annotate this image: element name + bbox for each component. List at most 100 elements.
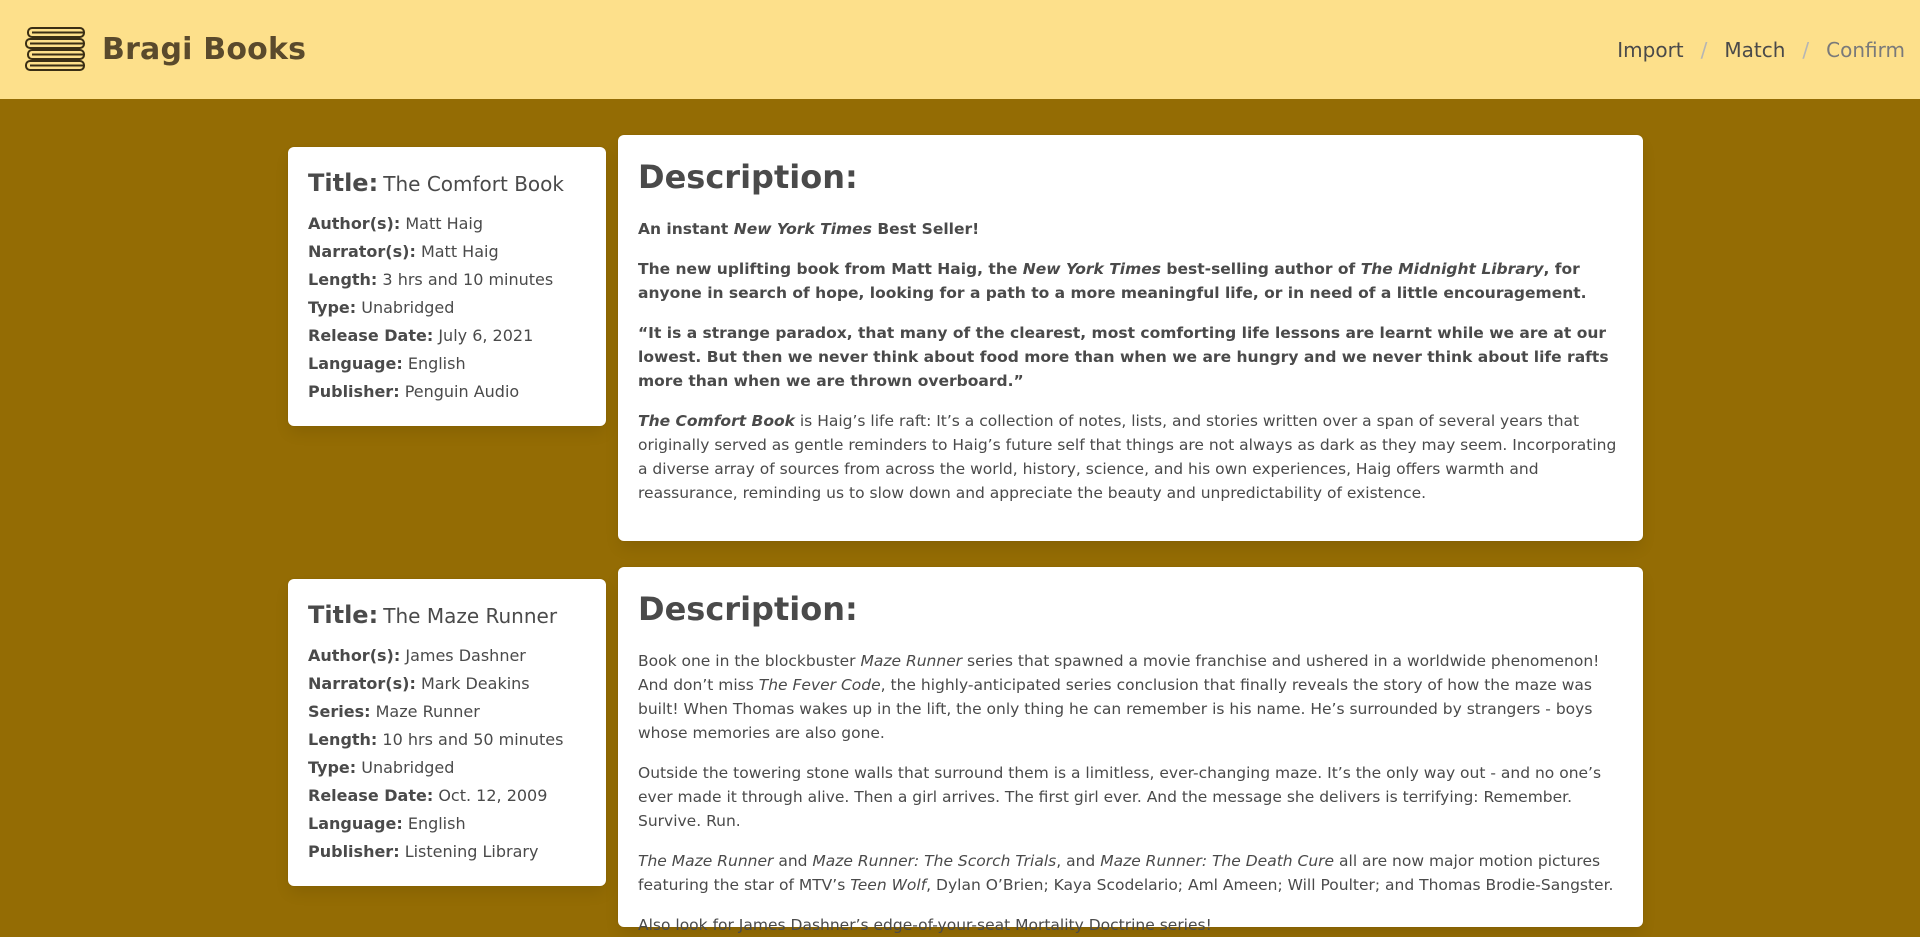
field-value: Listening Library: [404, 842, 539, 861]
field-value: Matt Haig: [420, 242, 499, 261]
field-label: Release Date:: [308, 786, 434, 805]
field-value: Unabridged: [361, 758, 455, 777]
book-field-row: Narrator(s): Matt Haig: [308, 238, 586, 266]
description-text: Maze Runner: The Death Cure: [1100, 852, 1335, 870]
book-description-card: Description: Book one in the blockbuster…: [618, 567, 1643, 934]
field-label: Narrator(s):: [308, 242, 416, 261]
description-text: , Dylan O’Brien; Kaya Scodelario; Aml Am…: [926, 876, 1614, 894]
description-paragraph: Book one in the blockbuster Maze Runner …: [638, 649, 1623, 745]
description-heading: Description:: [638, 158, 858, 196]
book-title: The Comfort Book: [383, 172, 564, 196]
description-text: Maze Runner: The Scorch Trials: [812, 852, 1057, 870]
brand[interactable]: Bragi Books: [24, 25, 306, 75]
field-value: English: [407, 354, 466, 373]
book-meta-card: Title: The Maze Runner Author(s): James …: [288, 579, 606, 886]
field-label: Narrator(s):: [308, 674, 416, 693]
description-text: and: [773, 852, 813, 870]
description-text: New York Times: [733, 220, 872, 238]
description-text: Maze Runner: [860, 652, 963, 670]
field-value: July 6, 2021: [438, 326, 534, 345]
field-label: Length:: [308, 270, 378, 289]
breadcrumb-import[interactable]: Import: [1617, 38, 1683, 62]
breadcrumb: Import / Match / Confirm: [1617, 38, 1905, 62]
description-text: Book one in the blockbuster: [638, 652, 861, 670]
book-meta-card: Title: The Comfort Book Author(s): Matt …: [288, 147, 606, 426]
book-field-row: Series: Maze Runner: [308, 698, 586, 726]
description-paragraph: Also look for James Dashner’s edge-of-yo…: [638, 913, 1623, 937]
field-label: Language:: [308, 814, 403, 833]
book-field-row: Release Date: July 6, 2021: [308, 322, 586, 350]
books-stack-icon: [24, 25, 88, 75]
field-value: Maze Runner: [375, 702, 480, 721]
breadcrumb-match[interactable]: Match: [1724, 38, 1785, 62]
description-text: Outside the towering stone walls that su…: [638, 764, 1602, 830]
field-label: Release Date:: [308, 326, 434, 345]
book-field-row: Type: Unabridged: [308, 754, 586, 782]
navbar: Bragi Books Import / Match / Confirm: [0, 0, 1920, 99]
book-field-row: Publisher: Listening Library: [308, 838, 586, 866]
description-text: The Fever Code: [758, 676, 881, 694]
description-text: An instant: [638, 220, 734, 238]
book-title: The Maze Runner: [383, 604, 558, 628]
description-text: The Midnight Library: [1360, 260, 1544, 278]
description-text: best-selling author of: [1161, 260, 1361, 278]
description-paragraph: The Comfort Book is Haig’s life raft: It…: [638, 409, 1623, 505]
field-label: Language:: [308, 354, 403, 373]
book-title-row: Title: The Maze Runner: [308, 601, 586, 632]
description-paragraph: An instant New York Times Best Seller!: [638, 217, 1623, 241]
book-title-row: Title: The Comfort Book: [308, 169, 586, 200]
field-label: Length:: [308, 730, 378, 749]
description-text: The new uplifting book from Matt Haig, t…: [638, 260, 1023, 278]
description-text: New York Times: [1022, 260, 1161, 278]
field-value: 10 hrs and 50 minutes: [382, 730, 564, 749]
book-fields: Author(s): James Dashner Narrator(s): Mar…: [308, 642, 586, 866]
description-text: “It is a strange paradox, that many of t…: [638, 324, 1609, 390]
field-label: Publisher:: [308, 382, 400, 401]
book-field-row: Length: 10 hrs and 50 minutes: [308, 726, 586, 754]
book-field-row: Narrator(s): Mark Deakins: [308, 670, 586, 698]
field-value: Oct. 12, 2009: [438, 786, 548, 805]
description-text: , and: [1056, 852, 1101, 870]
description-body: An instant New York Times Best Seller! Th…: [638, 217, 1623, 505]
field-label: Type:: [308, 758, 357, 777]
title-label: Title:: [308, 169, 379, 197]
field-label: Series:: [308, 702, 371, 721]
field-value: Matt Haig: [405, 214, 484, 233]
description-paragraph: “It is a strange paradox, that many of t…: [638, 321, 1623, 393]
description-text: Teen Wolf: [850, 876, 927, 894]
description-body: Book one in the blockbuster Maze Runner …: [638, 649, 1623, 937]
field-value: James Dashner: [405, 646, 526, 665]
field-label: Type:: [308, 298, 357, 317]
description-text: Also look for James Dashner’s edge-of-yo…: [638, 916, 1212, 934]
description-paragraph: The new uplifting book from Matt Haig, t…: [638, 257, 1623, 305]
field-value: Penguin Audio: [404, 382, 520, 401]
description-paragraph: The Maze Runner and Maze Runner: The Sco…: [638, 849, 1623, 897]
breadcrumb-separator: /: [1802, 37, 1810, 62]
book-field-row: Release Date: Oct. 12, 2009: [308, 782, 586, 810]
field-label: Author(s):: [308, 646, 401, 665]
description-text: The Maze Runner: [638, 852, 774, 870]
description-text: The Comfort Book: [638, 412, 795, 430]
title-label: Title:: [308, 601, 379, 629]
description-text: Best Seller!: [871, 220, 980, 238]
app-name: Bragi Books: [102, 32, 307, 67]
book-field-row: Type: Unabridged: [308, 294, 586, 322]
field-value: Mark Deakins: [420, 674, 530, 693]
book-field-row: Language: English: [308, 350, 586, 378]
field-value: Unabridged: [361, 298, 455, 317]
book-field-row: Author(s): James Dashner: [308, 642, 586, 670]
book-field-row: Author(s): Matt Haig: [308, 210, 586, 238]
field-label: Publisher:: [308, 842, 400, 861]
book-description-card: Description: An instant New York Times B…: [618, 135, 1643, 541]
breadcrumb-separator: /: [1700, 37, 1708, 62]
field-value: 3 hrs and 10 minutes: [382, 270, 554, 289]
description-paragraph: Outside the towering stone walls that su…: [638, 761, 1623, 833]
field-value: English: [407, 814, 466, 833]
book-field-row: Publisher: Penguin Audio: [308, 378, 586, 406]
breadcrumb-confirm: Confirm: [1826, 37, 1905, 62]
book-fields: Author(s): Matt Haig Narrator(s): Matt Ha…: [308, 210, 586, 406]
book-field-row: Language: English: [308, 810, 586, 838]
field-label: Author(s):: [308, 214, 401, 233]
book-field-row: Length: 3 hrs and 10 minutes: [308, 266, 586, 294]
description-heading: Description:: [638, 590, 858, 628]
